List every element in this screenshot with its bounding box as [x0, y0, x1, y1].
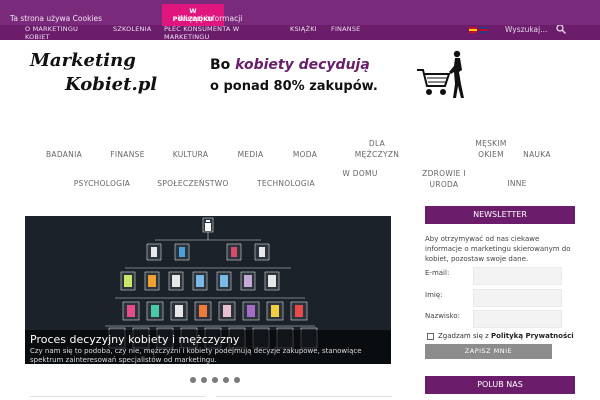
slider-dot-2[interactable] [201, 377, 207, 383]
category-badania[interactable]: BADANIA [34, 149, 94, 160]
slider-dot-5[interactable] [234, 377, 240, 383]
magnifier-icon [556, 24, 566, 34]
language-flags-icon[interactable] [469, 27, 487, 35]
slider-dot-1[interactable] [190, 377, 196, 383]
search-icon[interactable] [556, 24, 566, 37]
slider-pagination [190, 368, 245, 387]
category-meskim-okiem[interactable]: MĘSKIM OKIEM [468, 138, 514, 160]
first-name-field[interactable] [473, 289, 562, 307]
slider-dot-3[interactable] [212, 377, 218, 383]
first-name-label: Imię: [425, 291, 443, 299]
slide-excerpt: Czy nam się to podoba, czy nie, mężczyźn… [30, 347, 362, 364]
nav-item-training[interactable]: SZKOLENIA [113, 25, 151, 33]
nav-item-about-line1: O MARKETINGU [25, 25, 79, 33]
last-name-field[interactable] [473, 310, 562, 328]
banner-subline: o ponad 80% zakupów. [210, 79, 378, 94]
privacy-policy-link[interactable]: Polityką Prywatności [491, 332, 574, 340]
article-card-top-border [30, 396, 206, 400]
newsletter-description: Aby otrzymywać od nas ciekawe informacje… [425, 235, 571, 263]
category-kultura[interactable]: KULTURA [163, 149, 218, 160]
article-card-top-border-2 [216, 396, 392, 400]
email-field[interactable] [473, 267, 562, 285]
nav-item-about-line2: KOBIET [25, 33, 50, 41]
slide-caption: Proces decyzyjny kobiety i mężczyzny Czy… [25, 330, 391, 364]
category-media[interactable]: MEDIA [228, 149, 273, 160]
site-logo[interactable]: Marketing Kobiet.pl [30, 50, 175, 100]
cookie-bar: Ta strona używa Cookies W PORZĄDKU Więce… [0, 0, 600, 26]
logo-line1: Marketing [30, 50, 136, 71]
category-nauka[interactable]: NAUKA [514, 149, 560, 160]
category-psychologia[interactable]: PSYCHOLOGIA [66, 178, 138, 189]
search-input[interactable]: Wyszukaj... [505, 25, 547, 34]
banner-prefix: Bo [210, 57, 236, 73]
nav-item-finance[interactable]: FINANSE [331, 25, 360, 33]
silhouette-cart-icon [417, 50, 464, 98]
flags-icon [469, 27, 487, 33]
nav-item-about[interactable]: O MARKETINGU KOBIET [25, 25, 78, 41]
slide-title[interactable]: Proces decyzyjny kobiety i mężczyzny [30, 333, 239, 346]
shopping-woman-icon [415, 48, 470, 102]
nav-item-books[interactable]: KSIĄŻKI [290, 25, 317, 33]
category-finanse[interactable]: FINANSE [100, 149, 155, 160]
category-spoleczenstwo[interactable]: SPOŁECZEŃSTWO [152, 178, 234, 189]
nav-item-training-label: SZKOLENIA [113, 25, 152, 33]
last-name-label: Nazwisko: [425, 312, 460, 320]
subscribe-button[interactable]: ZAPISZ MNIE [425, 344, 552, 359]
slider-dot-4[interactable] [223, 377, 229, 383]
newsletter-heading: NEWSLETTER [425, 206, 575, 224]
logo-line2: Kobiet.pl [65, 74, 158, 95]
nav-item-gender-marketing-line2: MARKETINGU [164, 33, 210, 41]
consent-text: Zgadzam się z Polityką Prywatności [438, 332, 574, 340]
nav-item-gender-marketing-line1: PŁEĆ KONSUMENTA W [164, 25, 240, 33]
category-dla-mezczyzn[interactable]: DLA MĘŻCZYZN [352, 138, 402, 160]
featured-slider[interactable]: Proces decyzyjny kobiety i mężczyzny Czy… [25, 216, 391, 364]
like-us-heading: POLUB NAS [425, 376, 575, 394]
consent-prefix: Zgadzam się z [438, 332, 492, 340]
nav-item-books-label: KSIĄŻKI [290, 25, 317, 33]
banner-headline: Bo kobiety decydują [210, 57, 370, 73]
nav-item-finance-label: FINANSE [331, 25, 361, 33]
page: O MARKETINGU KOBIET SZKOLENIA PŁEĆ KONSU… [0, 0, 600, 400]
category-zdrowie-i-uroda[interactable]: ZDROWIE I URODA [413, 168, 475, 190]
email-label: E-mail: [425, 269, 450, 277]
cookie-more-link[interactable]: Więcej informacji [178, 14, 242, 23]
banner-accent: kobiety decydują [235, 57, 370, 73]
nav-item-gender-marketing[interactable]: PŁEĆ KONSUMENTA W MARKETINGU [164, 25, 239, 41]
category-technologia[interactable]: TECHNOLOGIA [250, 178, 322, 189]
category-inne[interactable]: INNE [500, 178, 534, 189]
cookie-text: Ta strona używa Cookies [10, 14, 103, 23]
category-w-domu[interactable]: W DOMU [342, 168, 378, 179]
consent-checkbox[interactable] [427, 333, 434, 340]
category-moda[interactable]: MODA [284, 149, 326, 160]
